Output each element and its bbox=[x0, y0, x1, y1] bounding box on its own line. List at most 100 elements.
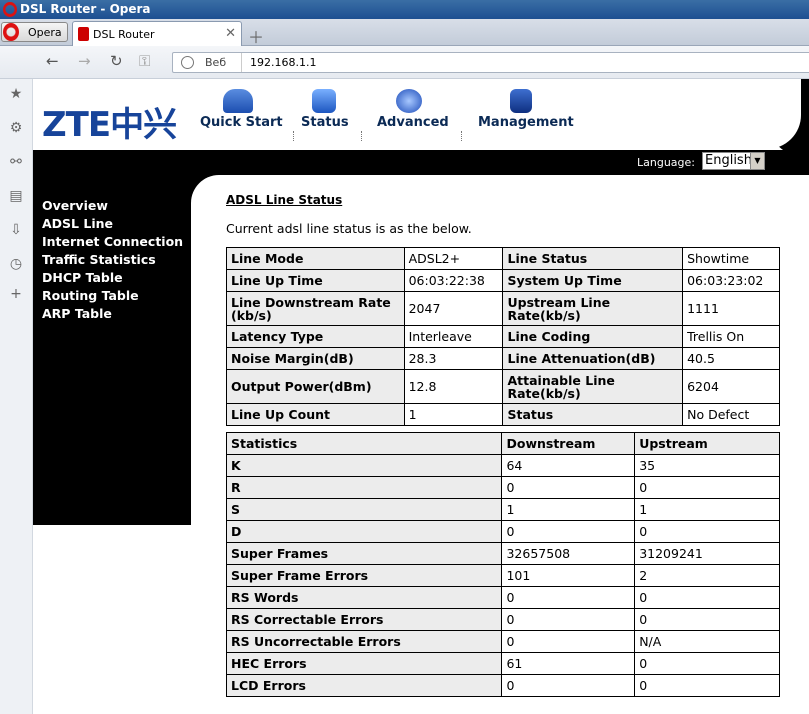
notes-icon[interactable]: ▤ bbox=[8, 188, 24, 204]
statistics-label-cell: R bbox=[225, 476, 503, 499]
status-label-cell: Status bbox=[502, 403, 684, 426]
add-panel-icon[interactable]: + bbox=[8, 286, 24, 302]
router-page: ZTE中兴 Quick Start Status Advanced Manage… bbox=[33, 79, 809, 714]
statistics-value-cell: 0 bbox=[501, 674, 636, 697]
status-label-cell: Line Attenuation(dB) bbox=[502, 347, 684, 370]
statistics-value-cell: N/A bbox=[634, 630, 780, 653]
language-label: Language: bbox=[637, 156, 695, 169]
bookmarks-star-icon[interactable]: ★ bbox=[8, 86, 24, 102]
status-value-cell: 06:03:22:38 bbox=[403, 269, 504, 292]
key-icon[interactable]: ⚿ bbox=[139, 52, 150, 70]
history-clock-icon[interactable]: ◷ bbox=[8, 256, 24, 272]
statistics-label-cell: LCD Errors bbox=[225, 674, 503, 697]
status-row: Output Power(dBm) 12.8 Attainable Line Rat… bbox=[226, 369, 780, 404]
nav-label: Advanced bbox=[377, 115, 449, 130]
statistics-header-cell: Statistics bbox=[225, 432, 503, 455]
nav-management[interactable]: Management bbox=[478, 89, 574, 130]
dropdown-arrow-icon[interactable]: ▼ bbox=[750, 153, 764, 169]
statistics-value-cell: 0 bbox=[634, 586, 780, 609]
statistics-value-cell: 0 bbox=[634, 652, 780, 675]
forward-icon[interactable]: → bbox=[78, 52, 91, 70]
nav-quick-start[interactable]: Quick Start bbox=[200, 89, 283, 130]
navigation-bar: ← → ↻ ⚿ Веб 192.168.1.1 bbox=[0, 46, 809, 79]
menu-item-traffic-statistics[interactable]: Traffic Statistics bbox=[42, 251, 183, 269]
menu-item-internet-connection[interactable]: Internet Connection bbox=[42, 233, 183, 251]
statistics-value-cell: 61 bbox=[501, 652, 636, 675]
status-row: Noise Margin(dB) 28.3 Line Attenuation(dB)… bbox=[226, 347, 780, 370]
menu-item-adsl-line[interactable]: ADSL Line bbox=[42, 215, 183, 233]
window-title: DSL Router - Opera bbox=[20, 2, 151, 16]
status-label-cell: Latency Type bbox=[226, 325, 405, 348]
statistics-value-cell: 1 bbox=[501, 498, 636, 521]
opera-menu-button[interactable]: Opera bbox=[1, 22, 68, 42]
favicon-icon bbox=[78, 27, 89, 41]
status-value-cell: 40.5 bbox=[682, 347, 780, 370]
menu-item-overview[interactable]: Overview bbox=[42, 197, 183, 215]
statistics-value-cell: 0 bbox=[501, 476, 636, 499]
downloads-icon[interactable]: ⇩ bbox=[8, 222, 24, 238]
menu-item-dhcp-table[interactable]: DHCP Table bbox=[42, 269, 183, 287]
status-value-cell: 28.3 bbox=[403, 347, 504, 370]
statistics-value-cell: 0 bbox=[501, 586, 636, 609]
nav-label: Quick Start bbox=[200, 115, 283, 130]
new-tab-icon[interactable]: ＋ bbox=[248, 24, 264, 48]
statistics-row: HEC Errors 61 0 bbox=[225, 652, 780, 675]
statistics-row: RS Correctable Errors 0 0 bbox=[225, 608, 780, 631]
statistics-value-cell: 35 bbox=[634, 454, 780, 477]
opera-menu-label: Opera bbox=[28, 26, 62, 39]
zte-logo: ZTE中兴 bbox=[42, 105, 177, 145]
status-value-cell: Interleave bbox=[403, 325, 504, 348]
opera-o-icon bbox=[3, 23, 19, 41]
nav-separator bbox=[461, 131, 462, 141]
status-label-cell: Line Up Count bbox=[226, 403, 405, 426]
statistics-header-row: Statistics Downstream Upstream bbox=[225, 432, 780, 455]
status-row: Line Mode ADSL2+ Line Status Showtime bbox=[226, 247, 780, 270]
statistics-label-cell: D bbox=[225, 520, 503, 543]
settings-gear-icon[interactable]: ⚙ bbox=[8, 120, 24, 136]
statistics-value-cell: 2 bbox=[634, 564, 780, 587]
statistics-row: Super Frame Errors 101 2 bbox=[225, 564, 780, 587]
status-label-cell: Line Status bbox=[502, 247, 684, 270]
statistics-row: RS Uncorrectable Errors 0 N/A bbox=[225, 630, 780, 653]
statistics-label-cell: Super Frame Errors bbox=[225, 564, 503, 587]
statistics-value-cell: 0 bbox=[501, 630, 636, 653]
status-label-cell: Line Coding bbox=[502, 325, 684, 348]
status-value-cell: 1 bbox=[403, 403, 504, 426]
tab-bar: Opera DSL Router ✕ ＋ bbox=[0, 19, 809, 48]
statistics-row: RS Words 0 0 bbox=[225, 586, 780, 609]
address-url[interactable]: 192.168.1.1 bbox=[250, 56, 316, 69]
main-content: ADSL Line Status Current adsl line statu… bbox=[225, 193, 786, 697]
statistics-header-cell: Upstream bbox=[634, 432, 780, 455]
status-label-cell: System Up Time bbox=[502, 269, 684, 292]
page-title: ADSL Line Status bbox=[226, 193, 343, 207]
menu-item-routing-table[interactable]: Routing Table bbox=[42, 287, 183, 305]
status-value-cell: 12.8 bbox=[403, 369, 504, 404]
address-scheme: Веб bbox=[205, 56, 227, 69]
statistics-value-cell: 0 bbox=[634, 476, 780, 499]
address-separator bbox=[241, 53, 242, 72]
tab-dsl-router[interactable]: DSL Router ✕ bbox=[72, 21, 242, 46]
management-icon bbox=[510, 89, 532, 113]
back-icon[interactable]: ← bbox=[46, 52, 59, 70]
statistics-label-cell: HEC Errors bbox=[225, 652, 503, 675]
advanced-icon bbox=[396, 89, 422, 113]
statistics-value-cell: 32657508 bbox=[501, 542, 636, 565]
close-tab-icon[interactable]: ✕ bbox=[225, 26, 236, 41]
status-value-cell: 2047 bbox=[403, 291, 504, 326]
status-row: Line Up Count 1 Status No Defect bbox=[226, 403, 780, 426]
statistics-value-cell: 0 bbox=[501, 608, 636, 631]
globe-icon bbox=[181, 56, 194, 69]
statistics-row: LCD Errors 0 0 bbox=[225, 674, 780, 697]
menu-item-arp-table[interactable]: ARP Table bbox=[42, 305, 183, 323]
intro-text: Current adsl line status is as the below… bbox=[226, 221, 472, 236]
share-icon[interactable]: ⚯ bbox=[8, 154, 24, 170]
reload-icon[interactable]: ↻ bbox=[110, 52, 123, 70]
address-bar[interactable]: Веб 192.168.1.1 bbox=[172, 52, 809, 73]
status-value-cell: 6204 bbox=[682, 369, 780, 404]
nav-status[interactable]: Status bbox=[301, 89, 349, 130]
status-value-cell: No Defect bbox=[682, 403, 780, 426]
window-titlebar: DSL Router - Opera bbox=[0, 0, 809, 19]
status-row: Latency Type Interleave Line Coding Trellis… bbox=[226, 325, 780, 348]
nav-advanced[interactable]: Advanced bbox=[377, 89, 449, 130]
language-select[interactable]: English ▼ bbox=[702, 152, 765, 170]
